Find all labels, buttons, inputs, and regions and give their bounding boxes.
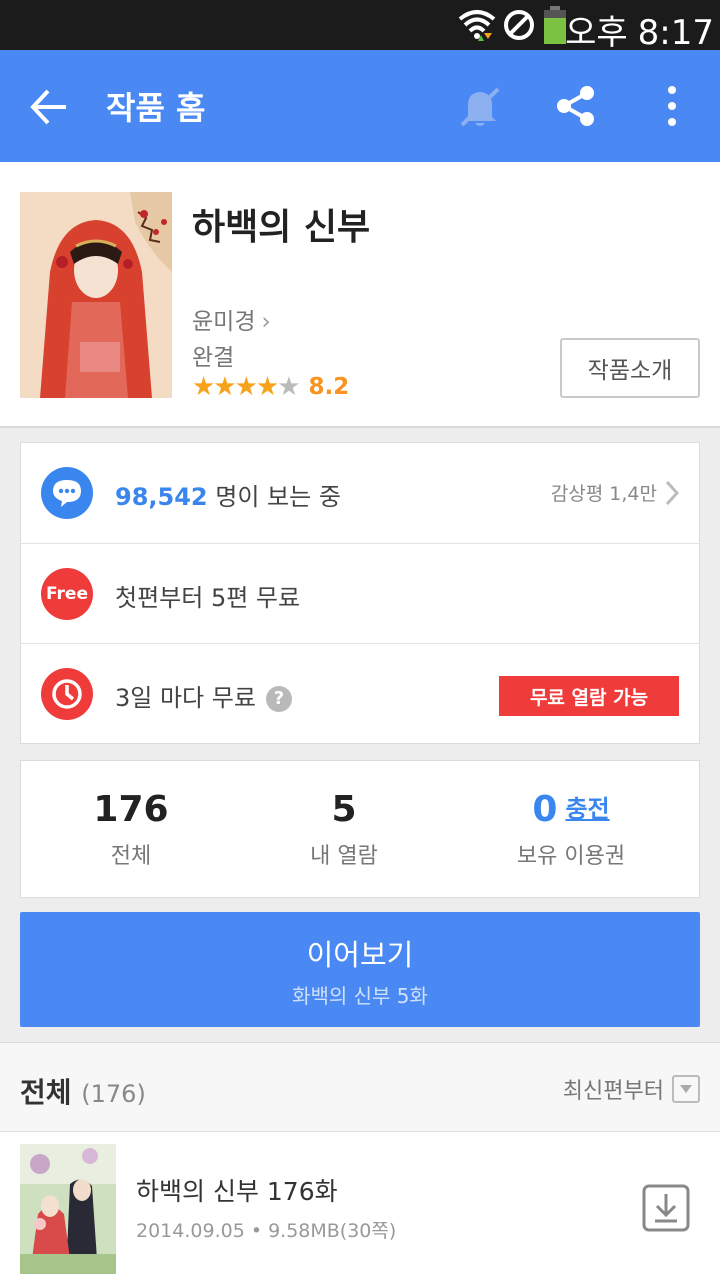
viewers-text: 98,542 명이 보는 중 [115, 483, 341, 511]
more-options-icon[interactable] [660, 84, 684, 128]
free-available-badge: 무료 열람 가능 [499, 676, 679, 716]
free-episodes-text: 첫편부터 5편 무료 [115, 584, 301, 612]
continue-label: 이어보기 [306, 938, 414, 972]
author-name: 윤미경 [192, 309, 256, 335]
author-link[interactable]: 윤미경 › [192, 302, 271, 336]
episode-title: 하백의 신부 176화 [136, 1177, 338, 1206]
total-label: 전체 [110, 844, 152, 869]
free-episodes-row: Free 첫편부터 5편 무료 [21, 543, 699, 643]
status-icons [458, 6, 568, 44]
list-title: 전체 (176) [20, 1076, 146, 1109]
clock: 오후 8:17 [565, 13, 714, 53]
list-item[interactable]: 하백의 신부 176화 2014.09.05 • 9.58MB(30쪽) [0, 1132, 720, 1280]
wifi-icon [458, 10, 496, 41]
review-count: 감상평 1,4만 [550, 483, 657, 505]
wait-free-text: 3일 마다 무료? [115, 678, 292, 713]
status-bar: 오후 8:17 [0, 0, 720, 53]
tickets-stat: 0 충전 보유 이용권 [461, 789, 681, 870]
sort-label: 최신편부터 [562, 1079, 664, 1104]
continue-reading-button[interactable]: 이어보기 화백의 신부 5화 [20, 912, 700, 1027]
chevron-right-icon: › [261, 309, 271, 335]
episode-list-header: 전체 (176) 최신편부터 [0, 1042, 720, 1132]
total-episodes-stat: 176 전체 [21, 789, 241, 870]
star-rating-icon: ★★★★★ [192, 372, 301, 402]
cover-image[interactable] [20, 192, 172, 398]
rating: ★★★★★ 8.2 [192, 372, 349, 402]
ticket-label: 보유 이용권 [516, 844, 626, 869]
share-icon[interactable] [554, 84, 598, 128]
work-intro-button[interactable]: 작품소개 [560, 338, 700, 398]
work-header: 하백의 신부 윤미경 › 완결 ★★★★★ 8.2 작품소개 [0, 162, 720, 428]
clock-icon [41, 668, 93, 720]
back-arrow-icon[interactable] [28, 86, 70, 128]
do-not-disturb-icon [504, 10, 534, 40]
episode-meta: 2014.09.05 • 9.58MB(30쪽) [136, 1220, 397, 1242]
chevron-down-icon [672, 1075, 700, 1103]
info-card: 98,542 명이 보는 중 감상평 1,4만 Free 첫편부터 5편 무료 … [20, 442, 700, 744]
list-count: (176) [81, 1080, 146, 1108]
app-bar: 작품 홈 [0, 50, 720, 162]
notification-off-icon[interactable] [456, 83, 504, 131]
download-icon[interactable] [642, 1184, 690, 1232]
free-icon: Free [41, 568, 93, 620]
viewers-row[interactable]: 98,542 명이 보는 중 감상평 1,4만 [21, 443, 699, 543]
chevron-right-icon [665, 480, 679, 505]
continue-episode: 화백의 신부 5화 [292, 984, 428, 1008]
wait-free-row: 3일 마다 무료? 무료 열람 가능 [21, 643, 699, 743]
review-link[interactable]: 감상평 1,4만 [551, 479, 679, 506]
my-read-stat: 5 내 열람 [234, 789, 454, 870]
read-count: 5 [331, 789, 357, 830]
sort-dropdown[interactable]: 최신편부터 [563, 1073, 700, 1105]
charge-link[interactable]: 충전 [565, 795, 609, 823]
read-label: 내 열람 [310, 844, 378, 869]
chat-bubble-icon [41, 467, 93, 519]
episode-thumbnail [20, 1144, 116, 1274]
rating-score: 8.2 [308, 374, 350, 400]
total-count: 176 [93, 789, 169, 830]
serialization-status: 완결 [192, 345, 235, 371]
help-icon[interactable]: ? [265, 686, 292, 712]
stats-card: 176 전체 5 내 열람 0 충전 보유 이용권 [20, 760, 700, 898]
work-title: 하백의 신부 [192, 207, 371, 248]
page-title: 작품 홈 [106, 89, 206, 127]
ticket-count: 0 충전 [532, 789, 610, 830]
